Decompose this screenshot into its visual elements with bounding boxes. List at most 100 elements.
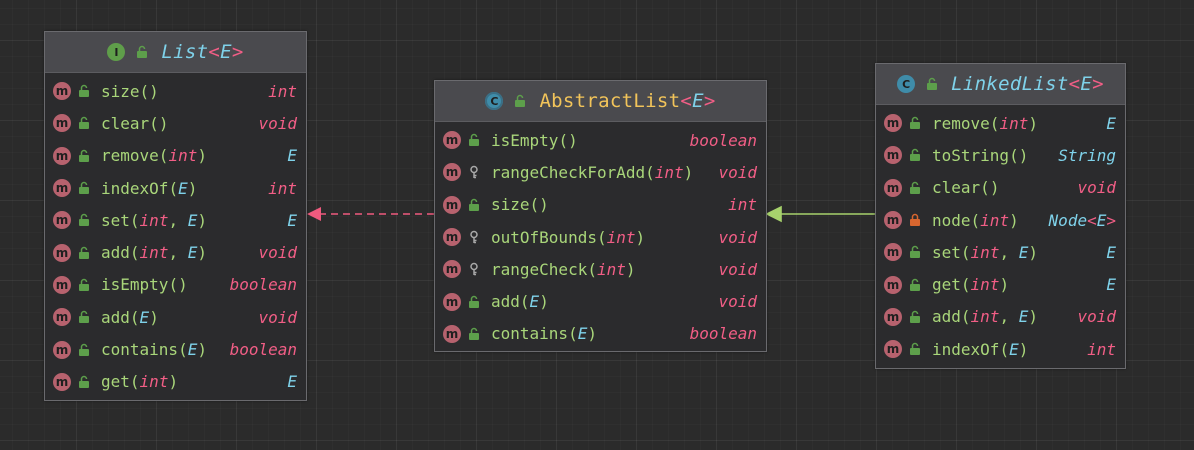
method-name: isEmpty	[491, 130, 559, 150]
return-type-text: void	[718, 227, 757, 247]
param-type: int	[606, 227, 636, 247]
method-name: rangeCheckForAdd	[491, 162, 646, 182]
method-row-contains[interactable]: m contains(E) boolean	[435, 318, 766, 350]
method-row-clear[interactable]: m clear() void	[876, 172, 1125, 204]
method-icon: m	[53, 82, 71, 101]
generic-bracket: <	[1068, 73, 1081, 95]
paren: (	[139, 81, 150, 101]
method-row-isEmpty[interactable]: m isEmpty() boolean	[45, 269, 306, 301]
paren: (	[970, 210, 981, 230]
public-lock-icon	[79, 278, 89, 291]
method-row-toString[interactable]: m toString() String	[876, 139, 1125, 171]
return-type: boolean	[682, 131, 757, 150]
method-signature: rangeCheckForAdd(int)	[491, 163, 693, 182]
class-name-text: LinkedList	[951, 73, 1069, 95]
class-name-text: List	[161, 41, 209, 63]
public-lock-icon	[79, 343, 89, 356]
return-type-text: int	[1087, 339, 1116, 359]
return-type-text: E	[1106, 113, 1116, 133]
paren: (	[519, 292, 530, 312]
return-type: E	[279, 146, 297, 165]
method-signature: clear()	[932, 178, 999, 197]
method-name: isEmpty	[101, 275, 169, 295]
public-lock-icon	[910, 116, 920, 130]
method-signature: set(int, E)	[101, 211, 207, 230]
extends-edge[interactable]	[765, 205, 875, 223]
method-row-set[interactable]: m set(int, E) E	[876, 236, 1125, 268]
method-row-indexOf[interactable]: m indexOf(E) int	[876, 333, 1125, 365]
paren: )	[168, 372, 179, 392]
method-row-indexOf[interactable]: m indexOf(E) int	[45, 172, 306, 204]
paren: )	[158, 113, 169, 133]
method-row-add[interactable]: m add(int, E) void	[45, 236, 306, 268]
public-lock-icon	[469, 295, 479, 308]
return-type-text: void	[1077, 307, 1116, 327]
paren: )	[1028, 242, 1038, 262]
param-type: int	[970, 307, 1000, 327]
method-row-outOfBounds[interactable]: m outOfBounds(int) void	[435, 221, 766, 253]
paren: (	[129, 307, 140, 327]
return-type: void	[250, 308, 297, 327]
return-type-text: E	[1106, 275, 1116, 295]
method-row-remove[interactable]: m remove(int) E	[876, 107, 1125, 139]
return-type-base: Node	[1048, 210, 1088, 230]
method-row-size[interactable]: m size() int	[435, 189, 766, 221]
method-row-remove[interactable]: m remove(int) E	[45, 140, 306, 172]
method-name: contains	[101, 340, 179, 360]
method-row-contains[interactable]: m contains(E) boolean	[45, 333, 306, 365]
paren: )	[999, 275, 1010, 295]
method-row-add[interactable]: m add(int, E) void	[876, 301, 1125, 333]
method-row-get[interactable]: m get(int) E	[876, 268, 1125, 300]
return-type: E	[1098, 114, 1116, 133]
return-type: String	[1050, 146, 1116, 165]
public-lock-icon	[79, 181, 89, 195]
method-row-isEmpty[interactable]: m isEmpty() boolean	[435, 124, 766, 156]
method-row-add[interactable]: m add(E) void	[435, 285, 766, 317]
method-signature: contains(E)	[491, 324, 597, 343]
method-name: clear	[101, 113, 150, 133]
method-row-size[interactable]: m size() int	[45, 75, 306, 107]
method-icon: m	[443, 195, 461, 214]
paren: (	[558, 130, 569, 150]
paren: )	[539, 292, 549, 312]
method-signature: isEmpty()	[101, 275, 188, 294]
type-parameter: E	[692, 90, 704, 112]
paren: )	[587, 324, 597, 344]
paren: (	[587, 259, 597, 279]
public-lock-icon	[469, 198, 479, 211]
method-name: remove	[932, 113, 990, 133]
class-header: I List<E>	[45, 32, 306, 73]
method-name: indexOf	[101, 178, 169, 198]
method-signature: set(int, E)	[932, 243, 1038, 262]
method-row-rangeCheck[interactable]: m rangeCheck(int) void	[435, 253, 766, 285]
public-lock-icon	[469, 327, 479, 340]
method-row-get[interactable]: m get(int) E	[45, 366, 306, 398]
method-row-node[interactable]: m node(int) Node<E>	[876, 204, 1125, 236]
method-signature: outOfBounds(int)	[491, 228, 645, 247]
class-node-linkedlist[interactable]: C LinkedList<E> m remove(int) Em toString()…	[875, 63, 1126, 369]
generic-bracket: >	[1092, 73, 1104, 95]
method-icon: m	[443, 324, 461, 343]
method-signature: size()	[101, 82, 159, 101]
method-icon: m	[53, 243, 71, 262]
paren: )	[178, 275, 188, 295]
param-type: int	[139, 372, 169, 392]
method-icon: m	[443, 260, 461, 279]
method-signature: rangeCheck(int)	[491, 260, 636, 279]
paren: )	[1028, 113, 1038, 133]
return-type-param: E	[1096, 210, 1107, 230]
method-row-set[interactable]: m set(int, E) E	[45, 204, 306, 236]
implements-edge[interactable]	[307, 207, 434, 221]
paren: )	[539, 195, 549, 215]
public-lock-icon	[79, 149, 89, 162]
paren: (	[178, 340, 188, 360]
class-node-abstractlist[interactable]: C AbstractList<E> m isEmpty() boolean m rang…	[434, 80, 767, 352]
method-row-clear[interactable]: m clear() void	[45, 107, 306, 139]
implements-arrowhead	[307, 207, 321, 221]
generic-bracket: <	[208, 41, 221, 63]
method-name: toString	[932, 145, 1010, 165]
method-row-add[interactable]: m add(E) void	[45, 301, 306, 333]
method-row-rangeCheckForAdd[interactable]: m rangeCheckForAdd(int) void	[435, 156, 766, 188]
method-icon: m	[884, 307, 902, 326]
class-node-list[interactable]: I List<E> m size() int m clear() void m remove(…	[44, 31, 307, 401]
